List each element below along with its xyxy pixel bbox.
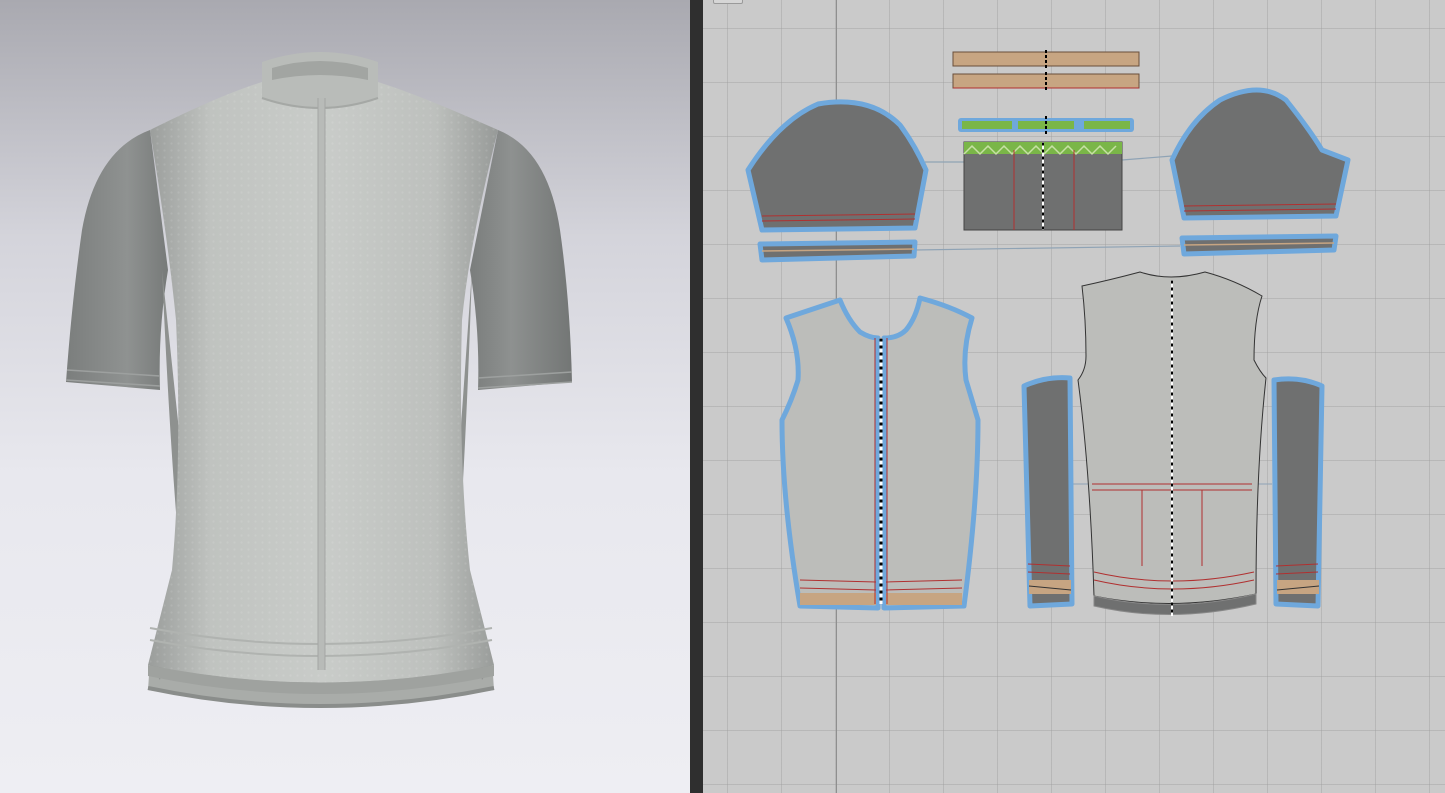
zipper-placket (318, 98, 325, 670)
front-panel-left[interactable] (779, 297, 881, 611)
side-panel-right[interactable] (1271, 376, 1325, 609)
elastic-strip[interactable] (958, 116, 1134, 134)
left-sleeve (66, 130, 168, 390)
sleeve-left-piece[interactable] (745, 99, 929, 233)
front-panel-right[interactable] (881, 295, 981, 611)
collar-strip-bottom[interactable] (952, 72, 1140, 90)
sleeve-right-piece[interactable] (1169, 87, 1351, 221)
side-panel-left[interactable] (1021, 375, 1075, 609)
jersey-3d-render (65, 52, 573, 708)
panel-splitter[interactable] (690, 0, 703, 793)
guide-line (914, 245, 1181, 251)
3d-viewport[interactable] (0, 0, 690, 793)
guide-line (1121, 155, 1173, 161)
2d-pattern-viewport[interactable] (703, 0, 1445, 793)
collar-strip-top[interactable] (952, 50, 1140, 68)
pattern-pieces (745, 50, 1351, 616)
sleeve-right-cuff[interactable] (1179, 233, 1339, 257)
back-panel[interactable] (1077, 271, 1267, 616)
sleeve-left-cuff[interactable] (757, 239, 918, 263)
pocket-panel[interactable] (963, 141, 1123, 231)
